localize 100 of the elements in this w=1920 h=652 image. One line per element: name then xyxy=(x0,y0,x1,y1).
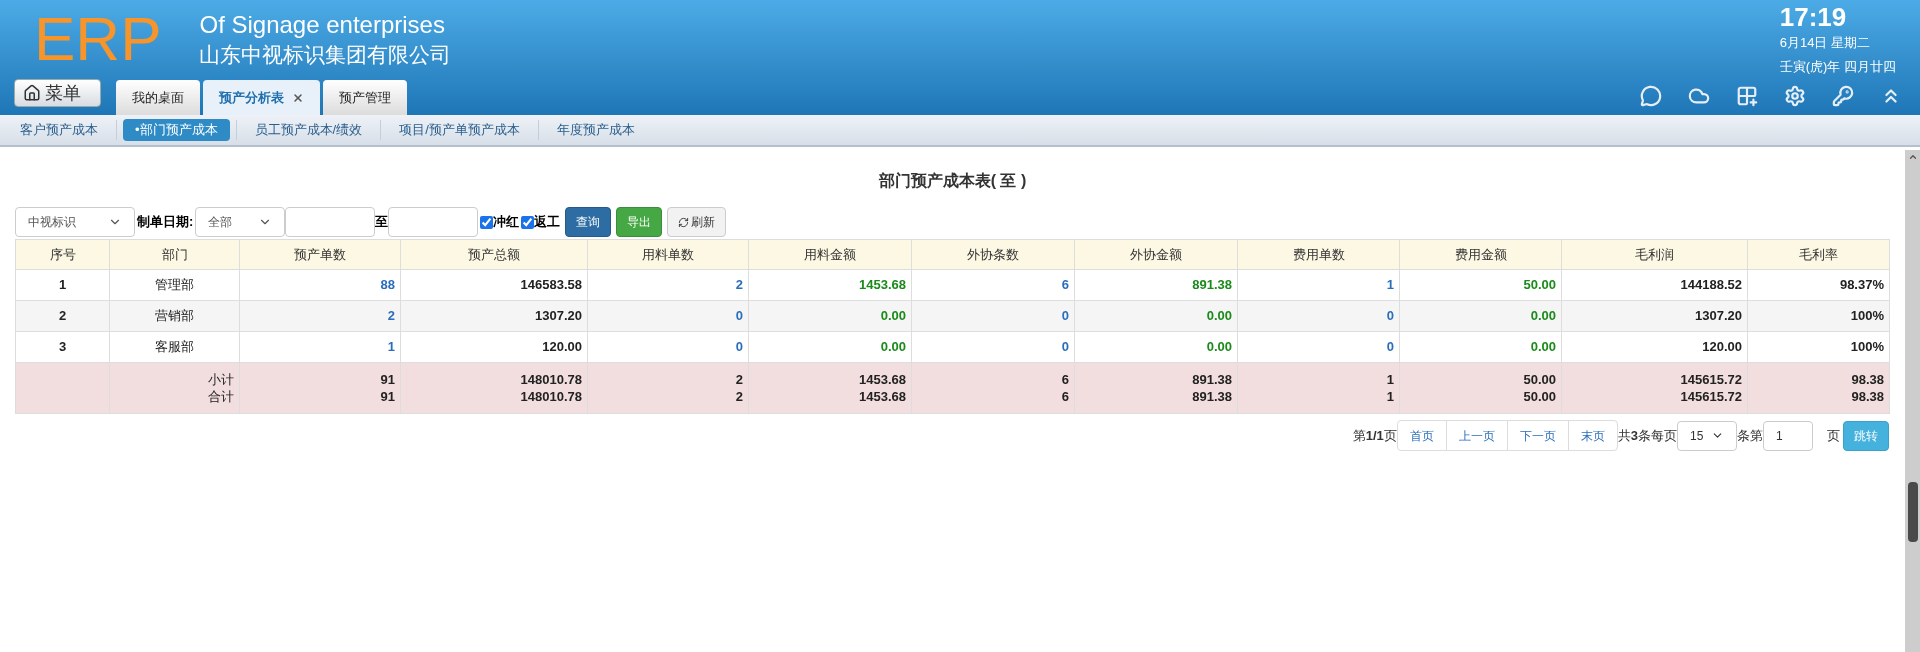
table-cell: 1453.68 xyxy=(748,269,912,301)
table-cell: 0 xyxy=(911,300,1075,332)
page-link[interactable]: 下一页 xyxy=(1506,421,1568,450)
column-header: 部门 xyxy=(109,239,240,270)
page-link[interactable]: 首页 xyxy=(1397,421,1446,450)
date: 6月14日 星期二 xyxy=(1779,34,1871,52)
chat-bubble-icon[interactable] xyxy=(1640,85,1662,107)
tab[interactable]: 我的桌面 xyxy=(116,80,200,115)
refresh-button[interactable]: 刷新 xyxy=(667,207,727,237)
page-size-select[interactable]: 15 xyxy=(1677,420,1737,451)
subnav-tab[interactable]: 年度预产成本 xyxy=(544,119,647,141)
column-header: 费用金额 xyxy=(1399,239,1562,270)
table-cell: 88 xyxy=(239,269,401,301)
table-cell: 2 xyxy=(239,300,401,332)
column-header: 外协金额 xyxy=(1074,239,1238,270)
table-cell: 客服部 xyxy=(109,331,240,363)
table-cell: 120.00 xyxy=(400,331,588,363)
total-cell: 91 91 xyxy=(239,362,401,414)
table-cell: 98.37% xyxy=(1747,269,1890,301)
company-name: 山东中视标识集团有限公司 xyxy=(199,42,452,69)
table-cell: 0 xyxy=(1237,300,1400,332)
table-cell: 891.38 xyxy=(1074,269,1238,301)
date-to-field[interactable] xyxy=(388,207,479,237)
table-cell: 管理部 xyxy=(109,269,240,301)
page-number-field[interactable]: 1 xyxy=(1763,420,1813,451)
subnav-tab[interactable]: •部门预产成本 xyxy=(123,119,230,141)
subnav-tab[interactable]: 项目/预产单预产成本 xyxy=(387,119,532,141)
checkbox[interactable] xyxy=(521,215,535,229)
table-cell: 6 xyxy=(911,269,1075,301)
total-cell: 6 6 xyxy=(911,362,1075,414)
table-cell: 0.00 xyxy=(748,300,912,332)
home-icon xyxy=(23,84,41,102)
table-cell: 0.00 xyxy=(1399,300,1562,332)
date-range-select[interactable]: 全部 xyxy=(195,207,286,237)
table-cell: 146583.58 xyxy=(400,269,588,301)
table-cell: 1 xyxy=(1237,269,1400,301)
total-cell: 891.38 891.38 xyxy=(1074,362,1238,414)
table-cell: 100% xyxy=(1747,300,1890,332)
column-header: 费用单数 xyxy=(1237,239,1400,270)
cloud-icon[interactable] xyxy=(1688,85,1710,107)
table-cell: 2 xyxy=(587,269,749,301)
date-label: 制单日期: xyxy=(137,213,194,232)
scrollbar-thumb[interactable] xyxy=(1907,482,1918,542)
column-header: 用料金额 xyxy=(748,239,912,270)
tab[interactable]: 预产管理 xyxy=(323,80,407,115)
grid-plus-icon[interactable] xyxy=(1736,85,1758,107)
checkbox[interactable] xyxy=(480,215,494,229)
column-header: 预产单数 xyxy=(239,239,401,270)
page-unit-label: 页 xyxy=(1827,426,1840,445)
table-cell: 0 xyxy=(1237,331,1400,363)
close-icon[interactable] xyxy=(292,91,304,104)
total-cell: 145615.72 145615.72 xyxy=(1561,362,1748,414)
key-icon[interactable] xyxy=(1832,85,1854,107)
column-header: 预产总额 xyxy=(400,239,588,270)
table-cell: 0 xyxy=(911,331,1075,363)
lunar-date: 壬寅(虎)年 四月廿四 xyxy=(1779,58,1896,76)
logo: ERP xyxy=(34,8,162,70)
to-label: 至 xyxy=(375,213,389,232)
subnav-tab[interactable]: 客户预产成本 xyxy=(8,119,110,141)
company-select[interactable]: 中视标识 xyxy=(15,207,135,237)
column-header: 外协条数 xyxy=(911,239,1075,270)
report-title: 部门预产成本表( 至 ) xyxy=(878,171,1027,191)
table-cell: 120.00 xyxy=(1561,331,1748,363)
total-cell: 2 2 xyxy=(587,362,749,414)
column-header: 毛利润 xyxy=(1561,239,1748,270)
page-link[interactable]: 上一页 xyxy=(1445,421,1507,450)
table-cell: 0 xyxy=(587,331,749,363)
settings-icon[interactable] xyxy=(1784,85,1806,107)
scrollbar[interactable] xyxy=(1905,150,1920,652)
refresh-icon xyxy=(678,216,690,228)
query-button[interactable]: 查询 xyxy=(565,207,612,237)
date-from-field[interactable] xyxy=(285,207,376,237)
table-cell: 1 xyxy=(15,269,110,301)
table-cell: 3 xyxy=(15,331,110,363)
table-cell: 1307.20 xyxy=(1561,300,1748,332)
table-cell: 0.00 xyxy=(748,331,912,363)
column-header: 用料单数 xyxy=(587,239,749,270)
total-cell: 148010.78 148010.78 xyxy=(400,362,588,414)
table-cell: 144188.52 xyxy=(1561,269,1748,301)
table-cell: 0.00 xyxy=(1074,300,1238,332)
column-header: 序号 xyxy=(15,239,110,270)
goto-label: 条第 xyxy=(1737,426,1763,445)
table-cell: 0.00 xyxy=(1074,331,1238,363)
export-button[interactable]: 导出 xyxy=(616,207,663,237)
page-link[interactable]: 末页 xyxy=(1567,421,1617,450)
total-cell: 小计 合计 xyxy=(109,362,240,414)
table-cell: 0.00 xyxy=(1399,331,1562,363)
table-cell: 100% xyxy=(1747,331,1890,363)
checkbox-label: 冲红 xyxy=(493,213,520,232)
table-cell: 0 xyxy=(587,300,749,332)
menu-button[interactable]: 菜单 xyxy=(14,79,101,107)
total-cell: 98.38 98.38 xyxy=(1747,362,1890,414)
scroll-up-icon[interactable] xyxy=(1907,152,1918,162)
tab[interactable]: 预产分析表 xyxy=(203,80,320,115)
checkbox-label: 返工 xyxy=(534,213,561,232)
table-cell: 50.00 xyxy=(1399,269,1562,301)
subnav-tab[interactable]: 员工预产成本/绩效 xyxy=(242,119,375,141)
total-cell: 1 1 xyxy=(1237,362,1400,414)
table-cell: 营销部 xyxy=(109,300,240,332)
column-header: 毛利率 xyxy=(1747,239,1890,270)
